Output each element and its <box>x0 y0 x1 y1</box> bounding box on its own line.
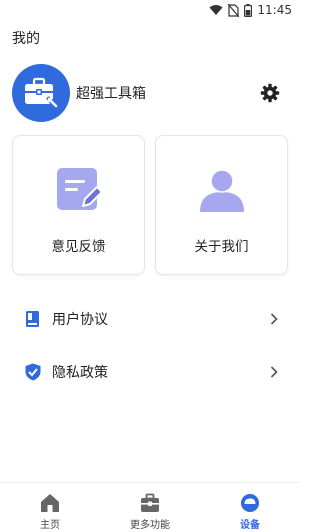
battery-icon <box>244 3 253 17</box>
chevron-right-icon <box>270 366 278 378</box>
person-icon <box>199 169 244 212</box>
document-icon <box>26 311 39 327</box>
avatar[interactable] <box>12 64 70 122</box>
chevron-right-icon <box>270 313 278 325</box>
feedback-icon <box>56 168 103 210</box>
tab-label: 更多功能 <box>130 520 170 531</box>
menu-item-label: 用户协议 <box>52 312 108 328</box>
tab-label: 设备 <box>240 520 260 531</box>
feedback-card-label: 意见反馈 <box>51 239 106 255</box>
about-card[interactable]: 关于我们 <box>155 135 288 275</box>
page-title: 我的 <box>12 31 40 47</box>
toolbox-icon <box>141 493 159 512</box>
tab-label: 主页 <box>40 520 60 531</box>
home-icon <box>41 494 59 512</box>
no-sim-icon <box>228 3 240 17</box>
status-bar: 11:45 <box>0 0 300 20</box>
toolbox-icon <box>25 77 59 109</box>
menu-item-privacy-policy[interactable]: 隐私政策 <box>12 357 288 387</box>
bottom-tab-bar: 主页 更多功能 设备 <box>0 482 300 532</box>
menu-item-user-agreement[interactable]: 用户协议 <box>12 304 288 334</box>
feedback-card[interactable]: 意见反馈 <box>12 135 145 275</box>
shield-check-icon <box>25 363 41 381</box>
device-icon <box>241 494 259 512</box>
tab-device[interactable]: 设备 <box>200 483 300 532</box>
menu-item-label: 隐私政策 <box>52 365 108 381</box>
tab-more-features[interactable]: 更多功能 <box>100 483 200 532</box>
profile-row[interactable]: 超强工具箱 <box>12 64 288 122</box>
about-card-label: 关于我们 <box>194 239 249 255</box>
profile-name: 超强工具箱 <box>76 86 146 102</box>
tab-home[interactable]: 主页 <box>0 483 100 532</box>
quick-cards: 意见反馈 关于我们 <box>12 135 288 275</box>
status-time: 11:45 <box>257 3 292 17</box>
wifi-icon <box>209 5 223 15</box>
gear-icon[interactable] <box>260 83 280 103</box>
